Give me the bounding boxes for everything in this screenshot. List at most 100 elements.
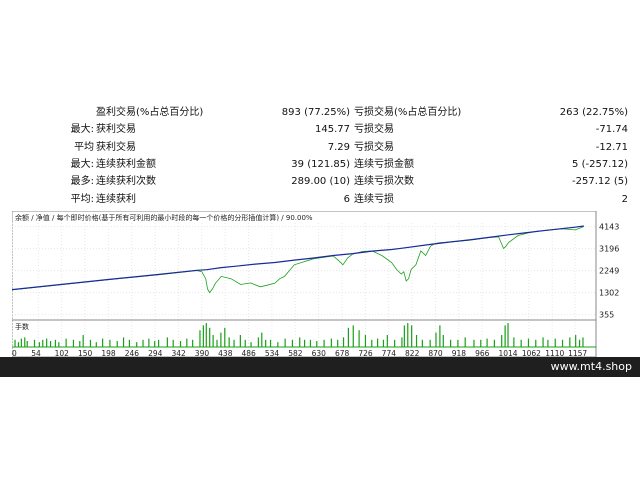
y-tick-label: 3196	[599, 245, 619, 254]
y-tick-label: 2249	[599, 267, 619, 276]
volume-bar	[450, 339, 452, 347]
volume-bar	[520, 339, 522, 347]
volume-bar	[407, 323, 409, 347]
y-tick-label: 355	[599, 311, 614, 320]
volume-bar	[224, 327, 226, 347]
stat-value: 289.00 (10)	[291, 176, 350, 188]
stat-label-right: 连续亏损次数	[354, 176, 414, 188]
volume-bar	[569, 337, 571, 347]
volume-bar	[46, 338, 48, 347]
stat-label: 盈利交易(%占总百分比)	[96, 107, 204, 118]
volume-bar	[72, 339, 75, 347]
volume-bar	[561, 339, 564, 347]
volume-bar	[480, 339, 482, 347]
volume-bar	[403, 325, 405, 347]
volume-bar	[209, 327, 211, 347]
volume-bar	[439, 325, 441, 347]
volume-bar	[582, 337, 584, 347]
volume-bar	[95, 342, 97, 347]
volume-bar	[507, 323, 509, 347]
y-tick-label: 4143	[599, 223, 619, 232]
volume-bar	[473, 339, 475, 347]
volume-bar	[228, 337, 230, 347]
stat-value: 7.29	[327, 141, 350, 153]
stat-label-right: 亏损交易	[354, 141, 394, 153]
stat-value-right: -12.71	[595, 141, 628, 153]
volume-bar	[102, 338, 104, 347]
stats-row: 平均 获利交易 7.29 亏损交易 -12.71	[0, 139, 640, 156]
volume-bar	[277, 342, 279, 347]
volume-bar	[337, 339, 339, 347]
volume-bar	[186, 338, 188, 347]
stats-row: 盈利交易(%占总百分比) 893 (77.25%) 亏损交易(%占总百分比) 263 …	[0, 104, 640, 121]
volume-bar	[33, 339, 36, 347]
volume-bar	[148, 338, 150, 347]
volume-bar	[192, 339, 194, 347]
volume-bar	[239, 335, 241, 347]
volume-bar	[116, 341, 118, 347]
volume-bar	[65, 338, 67, 347]
volume-bar	[220, 332, 222, 347]
volume-bar	[216, 339, 218, 347]
volume-bar	[527, 338, 530, 347]
volume-bar	[382, 339, 385, 347]
footer-bar: www.mt4.shop	[0, 357, 640, 377]
volume-bar	[269, 339, 272, 347]
volume-bar	[89, 339, 92, 347]
volume-bar	[250, 342, 252, 347]
volume-bar	[261, 332, 263, 347]
volume-bar	[464, 337, 466, 347]
volume-bar	[142, 339, 144, 347]
volume-bar	[20, 338, 22, 347]
volume-bar	[401, 337, 403, 347]
stat-label-prefix: 平均	[74, 141, 94, 153]
volume-bar	[330, 338, 332, 347]
volume-bar	[394, 339, 396, 347]
volume-bar	[542, 337, 544, 347]
volume-bar	[358, 330, 360, 347]
volume-bar	[17, 342, 20, 347]
volume-bar	[205, 323, 207, 347]
volume-bar	[364, 335, 367, 347]
chart-svg: 余额 / 净值 / 每个即时价格(基于所有可利用的最小时段的每一个价格的分形插值…	[11, 210, 619, 358]
stat-value-right: 5 (-257.12)	[572, 158, 628, 170]
stat-label: 获利交易	[96, 141, 136, 153]
volume-bar	[24, 337, 26, 347]
volume-bar	[429, 339, 431, 347]
volume-bar	[371, 339, 373, 347]
volume-bar	[212, 335, 214, 347]
volume-bar	[38, 342, 40, 347]
volume-bar	[442, 335, 444, 347]
volume-bar	[513, 337, 515, 347]
volume-bar	[49, 341, 52, 347]
volume-bar	[457, 339, 459, 347]
stat-label: 连续获利	[96, 193, 136, 205]
chart-title: 余额 / 净值 / 每个即时价格(基于所有可利用的最小时段的每一个价格的分形插值…	[15, 213, 313, 222]
volume-bar	[547, 339, 549, 347]
stat-value: 145.77	[315, 124, 350, 136]
stat-label: 连续获利次数	[96, 176, 156, 188]
stat-label-right: 亏损交易	[354, 124, 394, 136]
volume-bar	[136, 342, 138, 347]
volume-bar	[493, 339, 495, 347]
volume-bar	[316, 341, 318, 347]
volume-bar	[14, 339, 16, 347]
volume-bar	[299, 337, 301, 347]
volume-bar	[347, 327, 349, 347]
stats-row: 最大: 连续获利金额 39 (121.85) 连续亏损金额 5 (-257.12)	[0, 156, 640, 173]
report-stats-table: 盈利交易(%占总百分比) 893 (77.25%) 亏损交易(%占总百分比) 263 …	[0, 104, 640, 210]
volume-bar	[352, 325, 354, 347]
volume-bar	[386, 335, 388, 347]
stat-value: 893 (77.25%)	[281, 107, 350, 118]
stat-label: 连续获利金额	[96, 158, 156, 170]
stat-label-prefix: 平均:	[70, 193, 94, 205]
stat-value-right: -71.74	[595, 124, 628, 136]
stat-value: 6	[343, 193, 350, 205]
volume-bar	[323, 339, 325, 347]
volume-bar	[535, 339, 537, 347]
volume-bar	[79, 341, 81, 347]
volume-bar	[122, 337, 125, 347]
stat-value-right: 263 (22.75%)	[559, 107, 628, 118]
volume-bar	[578, 339, 581, 347]
volume-bar	[554, 338, 556, 347]
